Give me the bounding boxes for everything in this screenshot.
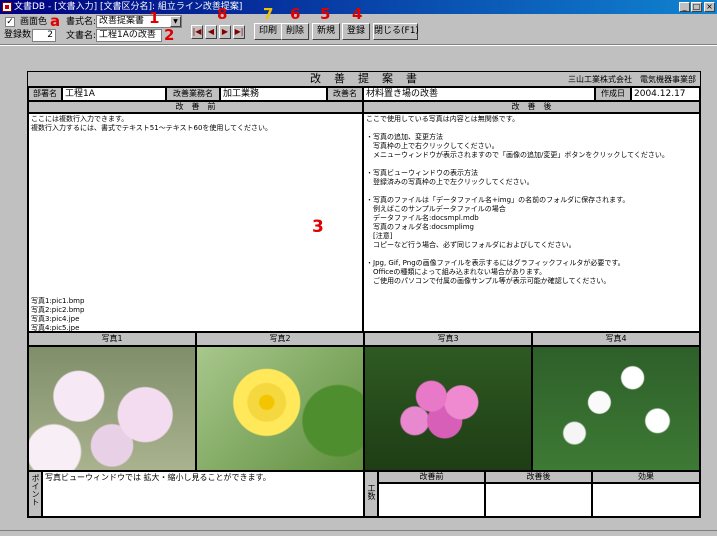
dept-label-cell: 部署名 [28, 87, 62, 101]
minimize-button[interactable]: _ [679, 2, 690, 12]
form-title-bar: 改 善 提 案 書 三山工業株式会社 電気機器事業部 [28, 72, 700, 87]
color-checkbox-label: 画面色 [20, 17, 48, 27]
kosu-effect-field[interactable] [592, 483, 700, 517]
before-text: ここには複数行入力できます。 複数行入力するには、書式でテキスト51～テキスト6… [31, 115, 272, 132]
annotation-7: 7 [263, 5, 274, 23]
before-header: 改 善 前 [28, 101, 363, 113]
record-count-field: 2 [32, 29, 56, 42]
register-button[interactable]: 登録 [342, 23, 370, 40]
after-text: ここで使用している写真は内容とは無関係です。 ・写真の追加、変更方法 写真枠の上… [366, 115, 669, 285]
kosu-label: 工数 [367, 484, 376, 500]
kosu-effect-label: 効果 [638, 472, 654, 481]
kosu-header-before: 改善前 [378, 471, 485, 483]
task-label: 改善業務名 [173, 89, 213, 98]
window-title: 文書DB - [文書入力] [文書区分名]: 組立ライン改善提案] [14, 2, 243, 12]
kosu-before-field[interactable] [378, 483, 485, 517]
record-count-label: 登録数 [4, 30, 32, 40]
photo2-label: 写真2 [269, 334, 291, 343]
doc-name-input[interactable]: 工程1Aの改善 [96, 29, 162, 42]
annotation-5: 5 [320, 5, 331, 23]
prev-record-button[interactable]: ◀ [205, 25, 217, 39]
toolbar-divider [0, 44, 717, 46]
last-record-button[interactable]: ▶| [233, 25, 245, 39]
close-button[interactable]: 閉じる(F1) [373, 23, 419, 40]
point-label: ポイント [31, 474, 40, 506]
kosu-after-field[interactable] [485, 483, 592, 517]
task-label-cell: 改善業務名 [166, 87, 220, 101]
kosu-header-effect: 効果 [592, 471, 700, 483]
first-record-button[interactable]: |◀ [191, 25, 203, 39]
new-button[interactable]: 新規 [312, 23, 340, 40]
dept-field[interactable]: 工程1A [62, 87, 166, 101]
photo3-image[interactable] [364, 346, 532, 471]
print-button[interactable]: 印刷 [254, 23, 282, 40]
date-field[interactable]: 2004.12.17 [631, 87, 700, 101]
format-label: 書式名: [66, 17, 97, 27]
kosu-before-label: 改善前 [419, 472, 444, 481]
photo3-label-cell: 写真3 [364, 332, 532, 346]
photo2-label-cell: 写真2 [196, 332, 364, 346]
annotation-4: 4 [352, 5, 363, 23]
photo1-label-cell: 写真1 [28, 332, 196, 346]
photo4-image[interactable] [532, 346, 700, 471]
format-select-value: 改善提案書 [99, 16, 145, 26]
after-header: 改 善 後 [363, 101, 700, 113]
task-field[interactable]: 加工業務 [220, 87, 327, 101]
date-label-cell: 作成日 [595, 87, 631, 101]
status-bar [0, 530, 717, 536]
name-label: 改善名 [333, 89, 357, 98]
app-icon [2, 2, 12, 12]
kosu-label-cell: 工数 [364, 471, 378, 517]
after-textarea[interactable]: ここで使用している写真は内容とは無関係です。 ・写真の追加、変更方法 写真枠の上… [363, 113, 700, 332]
point-textarea[interactable]: 写真ビューウィンドウでは 拡大・縮小し見ることができます。 [42, 471, 364, 517]
doc-name-label: 文書名: [66, 31, 97, 41]
name-field[interactable]: 材料置き場の改善 [363, 87, 595, 101]
photo2-image[interactable] [196, 346, 364, 471]
kosu-after-label: 改善後 [526, 472, 551, 481]
after-header-label: 改 善 後 [511, 102, 552, 111]
annotation-1: 1 [149, 9, 160, 27]
point-label-cell: ポイント [28, 471, 42, 517]
annotation-8: 8 [217, 5, 228, 23]
name-label-cell: 改善名 [327, 87, 363, 101]
annotation-3: 3 [312, 217, 324, 237]
proposal-form: 改 善 提 案 書 三山工業株式会社 電気機器事業部 部署名 工程1A 改善業務… [27, 71, 701, 518]
annotation-6: 6 [290, 5, 301, 23]
next-record-button[interactable]: ▶ [219, 25, 231, 39]
dept-label: 部署名 [33, 89, 57, 98]
annotation-2: 2 [164, 26, 175, 44]
close-window-button[interactable]: × [704, 2, 715, 12]
photo1-label: 写真1 [101, 334, 123, 343]
color-checkbox[interactable]: ✓ [5, 17, 15, 27]
date-label: 作成日 [601, 89, 625, 98]
before-photo-list: 写真1:pic1.bmp 写真2:pic2.bmp 写真3:pic4.jpe 写… [31, 297, 85, 332]
kosu-header-after: 改善後 [485, 471, 592, 483]
before-header-label: 改 善 前 [175, 102, 216, 111]
delete-button[interactable]: 削除 [281, 23, 309, 40]
photo1-image[interactable] [28, 346, 196, 471]
photo4-label-cell: 写真4 [532, 332, 700, 346]
photo4-label: 写真4 [605, 334, 627, 343]
annotation-a: a [50, 12, 61, 30]
maximize-button[interactable]: □ [691, 2, 702, 12]
photo3-label: 写真3 [437, 334, 459, 343]
company-name: 三山工業株式会社 電気機器事業部 [568, 75, 696, 84]
